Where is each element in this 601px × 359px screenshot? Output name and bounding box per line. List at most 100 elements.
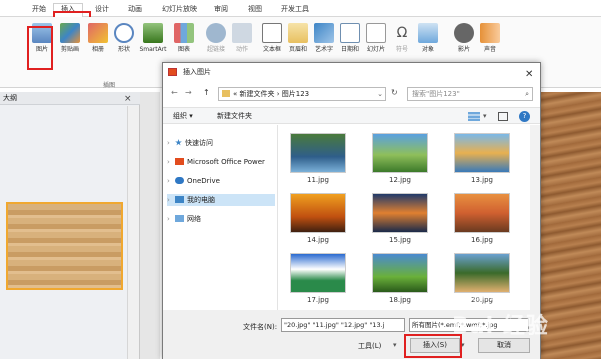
image-thumbnail: [372, 253, 428, 293]
clipart-button[interactable]: 剪贴画: [56, 21, 84, 77]
nav-item-my-computer[interactable]: › 我的电脑: [167, 194, 275, 206]
album-button[interactable]: 相册: [84, 21, 112, 77]
address-bar[interactable]: « 新建文件夹 › 图片123 ⌄: [218, 87, 386, 101]
image-thumbnail: [290, 133, 346, 173]
insert-button-label: 插入(S): [423, 341, 447, 349]
nav-item-office[interactable]: › Microsoft Office Power: [167, 156, 265, 168]
filename-label: 文件名(N):: [243, 323, 278, 331]
forward-arrow-icon[interactable]: →: [185, 88, 192, 97]
search-placeholder: 搜索"图片123": [412, 90, 460, 98]
speaker-icon: [480, 23, 500, 43]
file-name: 12.jpg: [389, 176, 411, 184]
nav-item-network[interactable]: › 网络: [167, 213, 201, 225]
new-folder-button[interactable]: 新建文件夹: [217, 110, 252, 122]
slide-thumbnail[interactable]: [6, 202, 123, 290]
chevron-right-icon: ›: [167, 139, 170, 147]
object-icon: [418, 23, 438, 43]
symbol-label: 符号: [395, 46, 408, 53]
shapes-button[interactable]: 形状: [110, 21, 138, 77]
file-item[interactable]: 11.jpg: [287, 131, 349, 189]
chevron-down-icon[interactable]: ▾: [393, 341, 397, 349]
close-icon[interactable]: ✕: [525, 66, 533, 84]
tab-developer[interactable]: 开发工具: [277, 4, 313, 17]
cancel-button[interactable]: 取消: [478, 338, 530, 353]
search-icon: ⌕: [525, 90, 529, 98]
close-icon[interactable]: ×: [124, 93, 132, 105]
file-name: 13.jpg: [471, 176, 493, 184]
tab-review[interactable]: 审阅: [210, 4, 232, 17]
nav-item-label: OneDrive: [187, 177, 220, 185]
picture-button[interactable]: 图片: [28, 21, 56, 77]
tools-button[interactable]: 工具(L): [358, 341, 381, 351]
file-item[interactable]: 18.jpg: [369, 251, 431, 309]
tab-design[interactable]: 设计: [91, 4, 113, 17]
dialog-titlebar: 插入图片 ✕: [163, 63, 540, 81]
film-icon: [454, 23, 474, 43]
file-item[interactable]: 17.jpg: [287, 251, 349, 309]
slide-number-label: 幻灯片: [366, 46, 385, 53]
datetime-label: 日期和: [340, 46, 359, 53]
tab-home[interactable]: 开始: [28, 4, 50, 17]
slide-canvas-edge: [140, 92, 160, 359]
wordart-icon: [314, 23, 334, 43]
chevron-right-icon: ›: [167, 177, 170, 185]
file-item[interactable]: 14.jpg: [287, 191, 349, 249]
organize-button[interactable]: 组织 ▾: [173, 110, 193, 122]
file-name: 18.jpg: [389, 296, 411, 304]
image-thumbnail: [454, 193, 510, 233]
cancel-button-label: 取消: [497, 341, 511, 349]
watermark: Bai 经验: [452, 314, 549, 339]
picture-label: 图片: [35, 46, 48, 53]
file-item[interactable]: 16.jpg: [451, 191, 513, 249]
shapes-label: 形状: [117, 46, 130, 53]
image-thumbnail: [372, 133, 428, 173]
clipart-icon: [60, 23, 80, 43]
up-arrow-icon[interactable]: ↑: [203, 88, 210, 97]
office-icon: [175, 158, 184, 165]
search-input[interactable]: 搜索"图片123" ⌕: [407, 87, 533, 101]
watermark-url: jingyan.baidu.com: [467, 295, 523, 302]
picture-icon: [168, 68, 177, 76]
tab-insert[interactable]: 插入: [53, 3, 83, 18]
file-item[interactable]: 13.jpg: [451, 131, 513, 189]
dialog-toolbar: 组织 ▾ 新建文件夹 ▾ ?: [163, 107, 540, 124]
tab-animation[interactable]: 动画: [124, 4, 146, 17]
hyperlink-label: 超链接: [206, 46, 225, 53]
file-name: 15.jpg: [389, 236, 411, 244]
view-options-icon[interactable]: [468, 112, 480, 121]
file-item[interactable]: 15.jpg: [369, 191, 431, 249]
action-label: 动作: [235, 46, 248, 53]
header-footer-icon: [288, 23, 308, 43]
insert-button[interactable]: 插入(S): [410, 338, 460, 353]
refresh-icon[interactable]: ↻: [391, 88, 398, 97]
computer-icon: [175, 196, 184, 203]
star-icon: [175, 139, 182, 146]
file-item[interactable]: 12.jpg: [369, 131, 431, 189]
image-thumbnail: [454, 253, 510, 293]
chevron-down-icon[interactable]: ⌄: [377, 88, 383, 100]
filename-input[interactable]: "20.jpg" "11.jpg" "12.jpg" "13.j: [281, 318, 405, 332]
album-icon: [88, 23, 108, 43]
tab-slideshow[interactable]: 幻灯片放映: [158, 4, 201, 17]
chevron-down-icon[interactable]: ▾: [483, 110, 487, 122]
filename-value: "20.jpg" "11.jpg" "12.jpg" "13.j: [284, 321, 385, 329]
outline-scrollbar[interactable]: [127, 106, 139, 359]
nav-item-quick-access[interactable]: › 快速访问: [167, 137, 213, 149]
chevron-right-icon: ›: [167, 158, 170, 166]
nav-item-label: 快速访问: [185, 139, 213, 147]
file-name: 14.jpg: [307, 236, 329, 244]
tab-view[interactable]: 视图: [244, 4, 266, 17]
wordart-label: 艺术字: [314, 46, 333, 53]
preview-pane-icon[interactable]: [498, 112, 508, 121]
back-arrow-icon[interactable]: ←: [171, 88, 178, 97]
file-name: 11.jpg: [307, 176, 329, 184]
file-grid-scrollbar[interactable]: [530, 125, 540, 310]
slide-number-icon: [366, 23, 386, 43]
outline-pane: 大纲 ×: [0, 92, 140, 359]
navigation-pane: › 快速访问 › Microsoft Office Power › OneDrive …: [163, 125, 278, 310]
chevron-down-icon[interactable]: ▾: [461, 341, 465, 349]
address-path: « 新建文件夹 › 图片123: [233, 90, 310, 98]
help-icon[interactable]: ?: [519, 111, 530, 122]
smartart-label: SmartArt: [139, 46, 167, 53]
nav-item-onedrive[interactable]: › OneDrive: [167, 175, 220, 187]
